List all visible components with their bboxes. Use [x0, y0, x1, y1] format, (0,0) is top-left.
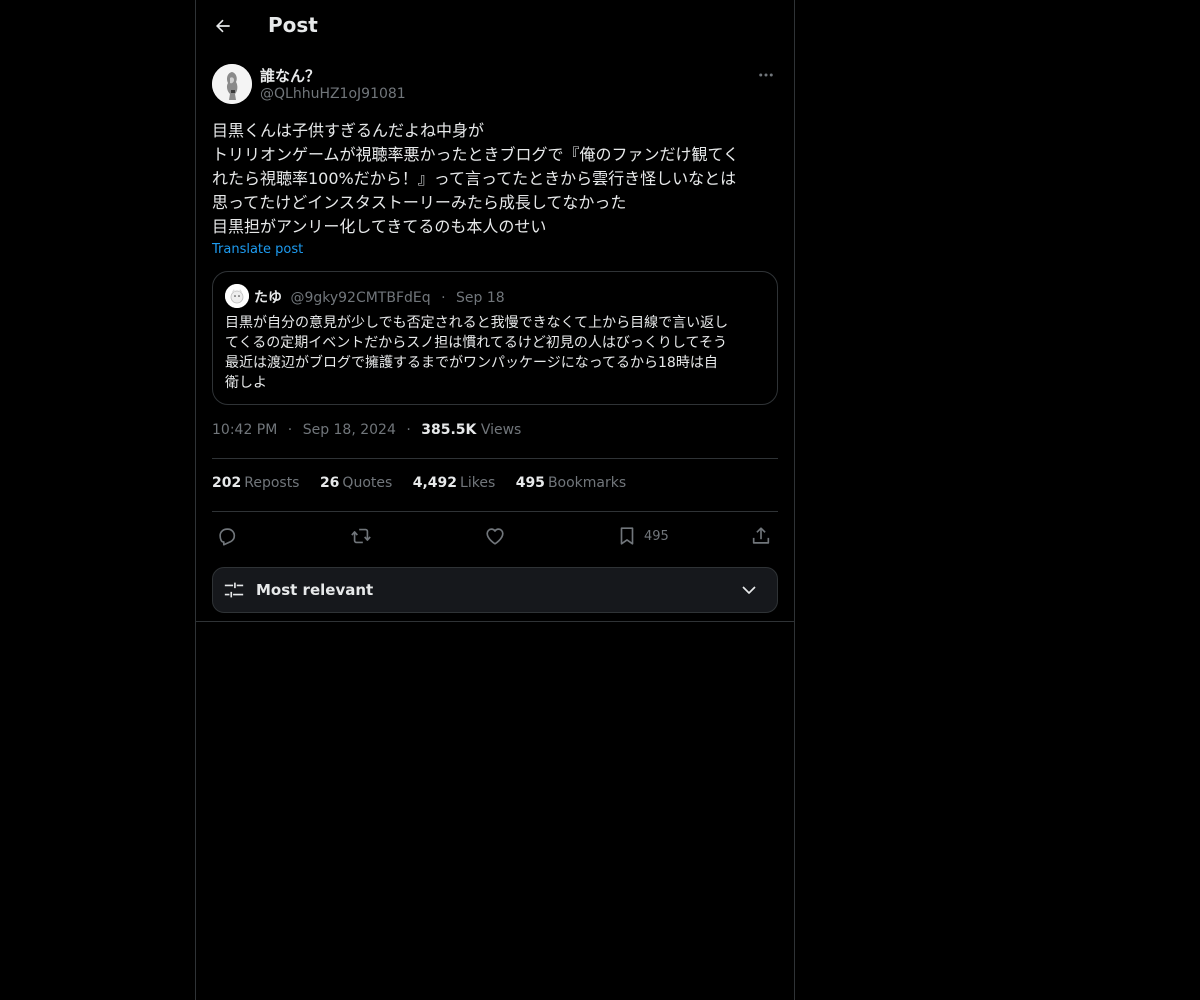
ellipsis-icon	[759, 73, 773, 77]
views-count: 385.5K	[421, 422, 477, 438]
like-button[interactable]	[484, 522, 506, 550]
divider	[196, 621, 794, 622]
post-column: Post 誰なん？ @QLhhuHZ1oJ91081 目黒くんは子供すぎるんだよ…	[195, 0, 795, 1000]
separator-dot: ·	[287, 422, 293, 438]
post-text-line: 目黒くんは子供すぎるんだよね中身が	[212, 121, 485, 140]
bookmarks-count: 495	[515, 475, 545, 491]
quoted-avatar-illustration	[225, 284, 249, 308]
reposts-count: 202	[212, 475, 242, 491]
reply-button[interactable]	[216, 522, 238, 550]
repost-button[interactable]	[349, 522, 373, 550]
reposts-stat[interactable]: 202 Reposts	[212, 475, 299, 491]
author-handle[interactable]: @QLhhuHZ1oJ91081	[260, 86, 406, 102]
views-label: Views	[480, 422, 522, 438]
share-icon	[752, 527, 770, 544]
reply-icon	[219, 528, 236, 546]
quoted-author-avatar	[225, 284, 249, 308]
back-button[interactable]	[206, 9, 240, 43]
quotes-label: Quotes	[342, 475, 393, 491]
quoted-post-card[interactable]: たゆ @9gky92CMTBFdEq · Sep 18 目黒が自分の意見が少しで…	[212, 271, 778, 405]
page-title: Post	[268, 13, 318, 37]
more-options-button[interactable]	[754, 64, 778, 86]
repost-icon	[351, 528, 371, 544]
quoted-post-meta: たゆ @9gky92CMTBFdEq · Sep 18	[254, 287, 505, 307]
quoted-post-date: Sep 18	[456, 290, 505, 306]
engagement-stats: 202 Reposts 26 Quotes 4,492 Likes 495 Bookma…	[212, 475, 642, 491]
quotes-stat[interactable]: 26 Quotes	[320, 475, 392, 491]
post-text-line: トリリオンゲームが視聴率悪かったときブログで『俺のファンだけ観てく	[212, 145, 740, 164]
share-button[interactable]	[750, 522, 772, 550]
sliders-icon	[224, 582, 244, 598]
post-text-line: 目黒担がアンリー化してきてるのも本人のせい	[212, 217, 547, 236]
post-actions: 495	[212, 522, 778, 550]
reposts-label: Reposts	[244, 475, 300, 491]
likes-label: Likes	[460, 475, 496, 491]
heart-icon	[486, 528, 504, 545]
post-author: 誰なん？ @QLhhuHZ1oJ91081	[212, 64, 778, 108]
likes-count: 4,492	[412, 475, 458, 491]
post-text: 目黒くんは子供すぎるんだよね中身が トリリオンゲームが視聴率悪かったときブログで…	[212, 119, 778, 239]
separator-dot: ·	[406, 422, 411, 438]
divider	[212, 511, 778, 512]
arrow-left-icon	[216, 19, 230, 33]
quoted-text-line: てくるの定期イベントだからスノ担は慣れてるけど初見の人はびっくりしてそう	[225, 335, 728, 351]
bookmarks-label: Bookmarks	[547, 475, 627, 491]
quoted-author-name: たゆ	[254, 290, 282, 306]
author-avatar[interactable]	[212, 64, 252, 104]
divider	[212, 458, 778, 459]
quoted-text-line: 目黒が自分の意見が少しでも否定されると我慢できなくて上から目線で言い返し	[225, 315, 729, 331]
sort-label: Most relevant	[256, 581, 374, 599]
post-timestamp: 10:42 PM · Sep 18, 2024 · 385.5K Views	[212, 422, 521, 438]
post-time[interactable]: 10:42 PM	[212, 422, 277, 438]
quoted-text-line: 最近は渡辺がブログで擁護するまでがワンパッケージになってるから18時は自	[225, 355, 718, 371]
bookmark-count: 495	[644, 528, 669, 544]
chevron-down-icon	[742, 586, 756, 594]
quoted-text-line: 衛しよ	[225, 375, 267, 391]
bookmarks-stat[interactable]: 495 Bookmarks	[516, 475, 626, 491]
bookmark-button[interactable]: 495	[616, 522, 669, 550]
post-text-line: 思ってたけどインスタストーリーみたら成長してなかった	[212, 193, 627, 212]
translate-post-link[interactable]: Translate post	[212, 242, 303, 257]
quotes-count: 26	[319, 475, 340, 491]
avatar-illustration	[212, 64, 252, 104]
quoted-post-text: 目黒が自分の意見が少しでも否定されると我慢できなくて上から目線で言い返し てくる…	[225, 313, 770, 393]
quoted-author-handle: @9gky92CMTBFdEq	[290, 290, 431, 306]
author-name[interactable]: 誰なん？	[260, 65, 320, 86]
separator-dot: ·	[441, 290, 446, 306]
bookmark-icon	[620, 527, 634, 545]
post-date[interactable]: Sep 18, 2024	[303, 422, 396, 438]
page-header: Post	[196, 0, 794, 54]
reply-sort-dropdown[interactable]: Most relevant	[212, 567, 778, 613]
post-text-line: れたら視聴率100%だから！』って言ってたときから雲行き怪しいなとは	[212, 169, 737, 188]
likes-stat[interactable]: 4,492 Likes	[413, 475, 496, 491]
